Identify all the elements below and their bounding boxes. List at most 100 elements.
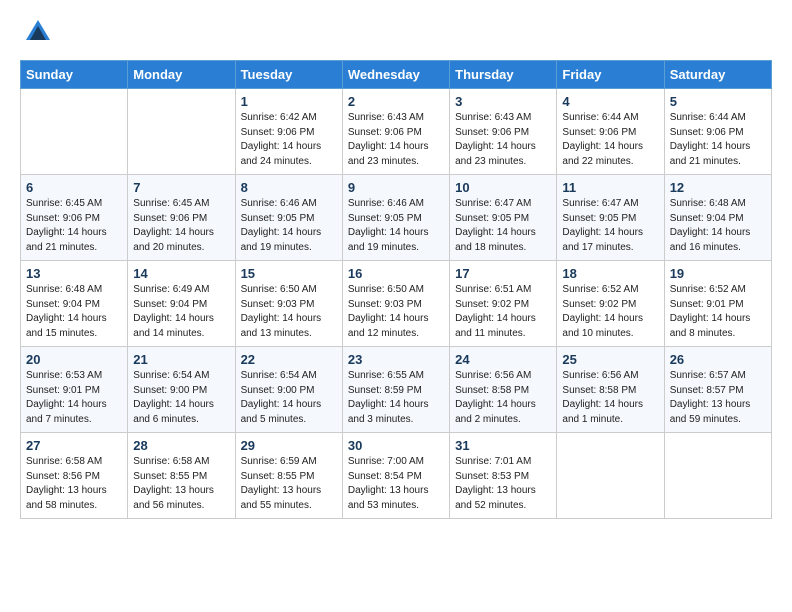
cell-content: Sunrise: 6:45 AMSunset: 9:06 PMDaylight:… [26, 197, 122, 255]
logo [20, 18, 52, 46]
day-number: 19 [670, 266, 766, 281]
page: SundayMondayTuesdayWednesdayThursdayFrid… [0, 0, 792, 537]
calendar-cell: 28 Sunrise: 6:58 AMSunset: 8:55 PMDayligh… [128, 433, 235, 519]
day-of-week-header: Sunday [21, 61, 128, 89]
cell-content: Sunrise: 6:59 AMSunset: 8:55 PMDaylight:… [241, 455, 337, 513]
cell-content: Sunrise: 6:52 AMSunset: 9:01 PMDaylight:… [670, 283, 766, 341]
calendar-cell: 10 Sunrise: 6:47 AMSunset: 9:05 PMDayligh… [450, 175, 557, 261]
cell-content: Sunrise: 6:51 AMSunset: 9:02 PMDaylight:… [455, 283, 551, 341]
calendar: SundayMondayTuesdayWednesdayThursdayFrid… [20, 60, 772, 519]
calendar-cell: 26Sunrise: 6:57 AMSunset: 8:57 PMDayligh… [664, 347, 771, 433]
cell-content: Sunrise: 6:57 AMSunset: 8:57 PMDaylight:… [670, 369, 766, 427]
logo-icon [24, 18, 52, 46]
cell-content: Sunrise: 6:53 AMSunset: 9:01 PMDaylight:… [26, 369, 122, 427]
calendar-cell: 20 Sunrise: 6:53 AMSunset: 9:01 PMDayligh… [21, 347, 128, 433]
calendar-cell: 23 Sunrise: 6:55 AMSunset: 8:59 PMDayligh… [342, 347, 449, 433]
cell-content: Sunrise: 6:50 AMSunset: 9:03 PMDaylight:… [241, 283, 337, 341]
calendar-cell: 25 Sunrise: 6:56 AMSunset: 8:58 PMDayligh… [557, 347, 664, 433]
calendar-cell [128, 89, 235, 175]
cell-content: Sunrise: 6:47 AMSunset: 9:05 PMDaylight:… [455, 197, 551, 255]
calendar-cell [664, 433, 771, 519]
calendar-week-row: 6 Sunrise: 6:45 AMSunset: 9:06 PMDaylight… [21, 175, 772, 261]
calendar-cell: 30 Sunrise: 7:00 AMSunset: 8:54 PMDayligh… [342, 433, 449, 519]
calendar-week-row: 13 Sunrise: 6:48 AMSunset: 9:04 PMDayligh… [21, 261, 772, 347]
calendar-cell: 11 Sunrise: 6:47 AMSunset: 9:05 PMDayligh… [557, 175, 664, 261]
calendar-cell: 24 Sunrise: 6:56 AMSunset: 8:58 PMDayligh… [450, 347, 557, 433]
calendar-cell: 3 Sunrise: 6:43 AMSunset: 9:06 PMDaylight… [450, 89, 557, 175]
day-number: 13 [26, 266, 122, 281]
calendar-cell: 6 Sunrise: 6:45 AMSunset: 9:06 PMDaylight… [21, 175, 128, 261]
day-number: 4 [562, 94, 658, 109]
calendar-cell: 17 Sunrise: 6:51 AMSunset: 9:02 PMDayligh… [450, 261, 557, 347]
cell-content: Sunrise: 6:54 AMSunset: 9:00 PMDaylight:… [133, 369, 229, 427]
calendar-cell: 21 Sunrise: 6:54 AMSunset: 9:00 PMDayligh… [128, 347, 235, 433]
day-of-week-header: Thursday [450, 61, 557, 89]
cell-content: Sunrise: 6:56 AMSunset: 8:58 PMDaylight:… [562, 369, 658, 427]
day-number: 24 [455, 352, 551, 367]
calendar-cell: 29 Sunrise: 6:59 AMSunset: 8:55 PMDayligh… [235, 433, 342, 519]
calendar-cell: 31 Sunrise: 7:01 AMSunset: 8:53 PMDayligh… [450, 433, 557, 519]
day-number: 11 [562, 180, 658, 195]
day-number: 18 [562, 266, 658, 281]
cell-content: Sunrise: 6:50 AMSunset: 9:03 PMDaylight:… [348, 283, 444, 341]
calendar-cell: 5Sunrise: 6:44 AMSunset: 9:06 PMDaylight… [664, 89, 771, 175]
day-number: 14 [133, 266, 229, 281]
day-number: 6 [26, 180, 122, 195]
day-number: 23 [348, 352, 444, 367]
cell-content: Sunrise: 6:44 AMSunset: 9:06 PMDaylight:… [562, 111, 658, 169]
calendar-cell: 16Sunrise: 6:50 AMSunset: 9:03 PMDayligh… [342, 261, 449, 347]
cell-content: Sunrise: 6:43 AMSunset: 9:06 PMDaylight:… [455, 111, 551, 169]
day-number: 10 [455, 180, 551, 195]
cell-content: Sunrise: 6:46 AMSunset: 9:05 PMDaylight:… [241, 197, 337, 255]
day-number: 17 [455, 266, 551, 281]
day-of-week-header: Friday [557, 61, 664, 89]
calendar-cell [557, 433, 664, 519]
calendar-cell: 1 Sunrise: 6:42 AMSunset: 9:06 PMDaylight… [235, 89, 342, 175]
day-number: 31 [455, 438, 551, 453]
day-of-week-header: Monday [128, 61, 235, 89]
cell-content: Sunrise: 6:42 AMSunset: 9:06 PMDaylight:… [241, 111, 337, 169]
day-number: 21 [133, 352, 229, 367]
day-number: 20 [26, 352, 122, 367]
calendar-cell: 27Sunrise: 6:58 AMSunset: 8:56 PMDayligh… [21, 433, 128, 519]
day-number: 25 [562, 352, 658, 367]
calendar-cell: 4 Sunrise: 6:44 AMSunset: 9:06 PMDaylight… [557, 89, 664, 175]
day-number: 15 [241, 266, 337, 281]
cell-content: Sunrise: 6:47 AMSunset: 9:05 PMDaylight:… [562, 197, 658, 255]
day-number: 29 [241, 438, 337, 453]
day-number: 9 [348, 180, 444, 195]
cell-content: Sunrise: 6:56 AMSunset: 8:58 PMDaylight:… [455, 369, 551, 427]
calendar-cell: 19 Sunrise: 6:52 AMSunset: 9:01 PMDayligh… [664, 261, 771, 347]
cell-content: Sunrise: 7:01 AMSunset: 8:53 PMDaylight:… [455, 455, 551, 513]
day-number: 3 [455, 94, 551, 109]
cell-content: Sunrise: 6:45 AMSunset: 9:06 PMDaylight:… [133, 197, 229, 255]
cell-content: Sunrise: 6:52 AMSunset: 9:02 PMDaylight:… [562, 283, 658, 341]
day-number: 7 [133, 180, 229, 195]
cell-content: Sunrise: 6:49 AMSunset: 9:04 PMDaylight:… [133, 283, 229, 341]
cell-content: Sunrise: 6:55 AMSunset: 8:59 PMDaylight:… [348, 369, 444, 427]
day-of-week-header: Wednesday [342, 61, 449, 89]
day-number: 1 [241, 94, 337, 109]
calendar-cell: 18 Sunrise: 6:52 AMSunset: 9:02 PMDayligh… [557, 261, 664, 347]
calendar-cell: 22Sunrise: 6:54 AMSunset: 9:00 PMDayligh… [235, 347, 342, 433]
cell-content: Sunrise: 7:00 AMSunset: 8:54 PMDaylight:… [348, 455, 444, 513]
calendar-week-row: 1 Sunrise: 6:42 AMSunset: 9:06 PMDaylight… [21, 89, 772, 175]
calendar-cell: 9Sunrise: 6:46 AMSunset: 9:05 PMDaylight… [342, 175, 449, 261]
cell-content: Sunrise: 6:48 AMSunset: 9:04 PMDaylight:… [26, 283, 122, 341]
day-number: 27 [26, 438, 122, 453]
calendar-cell: 8Sunrise: 6:46 AMSunset: 9:05 PMDaylight… [235, 175, 342, 261]
cell-content: Sunrise: 6:43 AMSunset: 9:06 PMDaylight:… [348, 111, 444, 169]
calendar-cell: 15 Sunrise: 6:50 AMSunset: 9:03 PMDayligh… [235, 261, 342, 347]
day-number: 12 [670, 180, 766, 195]
calendar-cell: 12Sunrise: 6:48 AMSunset: 9:04 PMDayligh… [664, 175, 771, 261]
day-number: 28 [133, 438, 229, 453]
day-number: 2 [348, 94, 444, 109]
cell-content: Sunrise: 6:44 AMSunset: 9:06 PMDaylight:… [670, 111, 766, 169]
day-number: 22 [241, 352, 337, 367]
calendar-week-row: 27Sunrise: 6:58 AMSunset: 8:56 PMDayligh… [21, 433, 772, 519]
calendar-cell [21, 89, 128, 175]
calendar-cell: 7 Sunrise: 6:45 AMSunset: 9:06 PMDaylight… [128, 175, 235, 261]
cell-content: Sunrise: 6:58 AMSunset: 8:55 PMDaylight:… [133, 455, 229, 513]
calendar-cell: 13 Sunrise: 6:48 AMSunset: 9:04 PMDayligh… [21, 261, 128, 347]
day-number: 30 [348, 438, 444, 453]
